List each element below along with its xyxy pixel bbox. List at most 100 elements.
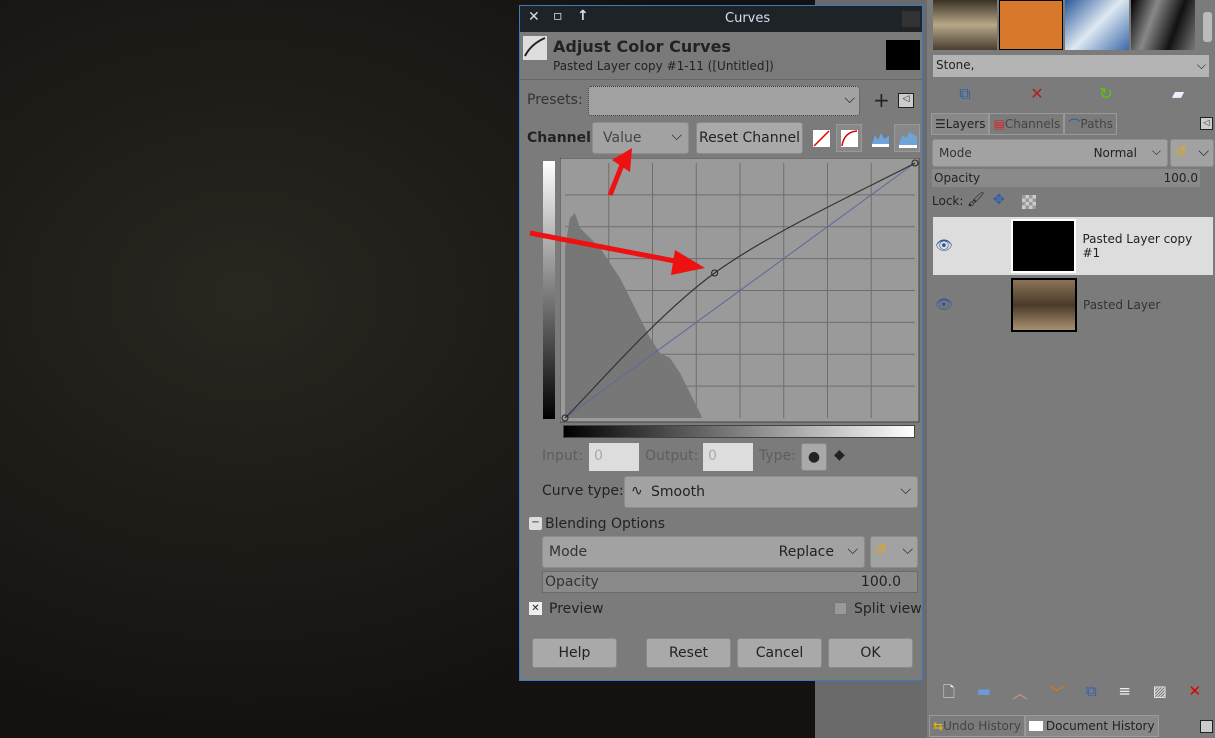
duplicate-icon[interactable]: ⧉ (951, 84, 979, 104)
right-dock: Stone, ⌵ ⧉ ✕ ↻ ▰ ☰ Layers ▤ Channels ⌒ Paths… (927, 0, 1215, 738)
collapse-icon[interactable]: − (529, 517, 542, 530)
lower-layer-icon[interactable]: ﹀ (1049, 682, 1064, 706)
channels-icon: ▤ (993, 117, 1005, 131)
input-label: Input: (542, 448, 583, 464)
split-view-checkbox[interactable] (834, 602, 847, 615)
tab-document-history[interactable]: Document History (1024, 715, 1159, 737)
pattern-thumb[interactable] (1131, 0, 1195, 50)
maximize-icon[interactable]: ▫ (553, 8, 563, 24)
app-icon (902, 11, 920, 27)
raise-layer-icon[interactable]: ︿ (1013, 682, 1028, 706)
mode-label: Mode (939, 146, 972, 160)
mode-value: Replace (778, 544, 834, 560)
opacity-slider[interactable]: Opacity 100.0 (542, 571, 918, 593)
tab-menu-icon[interactable]: ◁ (1200, 117, 1213, 130)
tab-channels[interactable]: ▤ Channels (989, 113, 1065, 135)
chevron-down-icon: ⌵ (844, 91, 855, 107)
composite-mode-combo[interactable]: ↺ ⌵ (870, 536, 918, 568)
refresh-icon[interactable]: ↻ (1092, 84, 1120, 103)
opacity-value: 100.0 (1163, 171, 1198, 185)
input-value: 0 (594, 448, 603, 464)
titlebar: ✕ ▫ ↑ Curves (520, 6, 922, 32)
channel-label: Channel: (527, 130, 597, 146)
tab-label: Paths (1080, 117, 1113, 131)
preview-checkbox[interactable]: ✕ (529, 602, 542, 615)
input-spinner[interactable]: 0 (589, 443, 639, 471)
scrollbar[interactable] (1203, 12, 1212, 42)
pattern-name-field[interactable]: Stone, ⌵ (933, 55, 1209, 77)
pattern-thumb[interactable] (1065, 0, 1129, 50)
lock-alpha-icon[interactable] (1022, 195, 1036, 209)
reset-button[interactable]: Reset (646, 638, 731, 668)
ok-label: OK (860, 645, 881, 661)
mask-icon[interactable]: ▨ (1153, 682, 1167, 706)
reset-channel-button[interactable]: Reset Channel (696, 122, 803, 154)
blending-options-label[interactable]: Blending Options (545, 516, 665, 532)
keep-above-icon[interactable]: ↑ (577, 8, 589, 24)
layer-composite-combo[interactable]: ↺ ⌵ (1170, 139, 1214, 167)
layer-opacity-slider[interactable]: Opacity 100.0 (932, 169, 1200, 187)
lock-label: Lock: (932, 194, 964, 208)
layers-icon: ☰ (935, 117, 946, 131)
tab-menu-icon[interactable] (1200, 720, 1213, 733)
chevron-down-icon: ⌵ (902, 542, 913, 558)
type-label: Type: (759, 448, 796, 464)
opacity-value: 100.0 (860, 574, 901, 590)
channel-value: Value (603, 130, 642, 146)
new-group-icon[interactable]: ▬ (977, 682, 991, 706)
layer-row[interactable]: 👁 Pasted Layer copy #1 (933, 217, 1213, 275)
output-spinner[interactable]: 0 (703, 443, 753, 471)
curve-type-combo[interactable]: ∿ Smooth ⌵ (624, 476, 918, 508)
histogram-icon[interactable] (872, 130, 889, 147)
ok-button[interactable]: OK (828, 638, 913, 668)
open-folder-icon[interactable]: ▰ (1164, 84, 1192, 103)
pattern-thumb[interactable] (999, 0, 1063, 50)
tab-paths[interactable]: ⌒ Paths (1064, 113, 1117, 135)
reset-icon: ↺ (875, 542, 887, 558)
output-label: Output: (645, 448, 699, 464)
split-view-label: Split view (854, 601, 922, 617)
visibility-eye-icon[interactable]: 👁 (935, 238, 963, 254)
anchor-layer-icon[interactable]: ≡ (1118, 682, 1131, 706)
curves-icon (523, 36, 547, 60)
cancel-button[interactable]: Cancel (737, 638, 822, 668)
add-preset-icon[interactable]: + (873, 88, 890, 112)
pattern-thumb[interactable] (933, 0, 997, 50)
close-icon[interactable]: ✕ (528, 9, 540, 25)
curves-graph[interactable] (560, 158, 920, 423)
dialog-heading: Adjust Color Curves (553, 37, 731, 56)
chevron-down-icon: ⌵ (1198, 144, 1209, 160)
linear-histogram-icon[interactable] (813, 130, 830, 147)
corner-point-icon[interactable]: ◆ (834, 447, 845, 463)
opacity-label: Opacity (545, 574, 599, 590)
duplicate-layer-icon[interactable]: ⧉ (1086, 682, 1097, 706)
lock-pixels-icon[interactable]: 🖌 (967, 192, 985, 208)
new-layer-icon[interactable]: 🗋 (943, 682, 955, 706)
pattern-name: Stone, (936, 58, 975, 72)
layer-row[interactable]: 👁 Pasted Layer (933, 276, 1213, 334)
smooth-point-button[interactable]: ● (801, 443, 827, 471)
preset-menu-icon[interactable]: ◁ (898, 93, 914, 108)
visibility-eye-icon[interactable]: 👁 (935, 297, 963, 313)
tab-layers[interactable]: ☰ Layers (931, 113, 990, 135)
delete-layer-icon[interactable]: ✕ (1189, 682, 1202, 706)
histogram-filled-icon[interactable] (894, 124, 920, 152)
blend-mode-combo[interactable]: Mode Replace ⌵ (542, 536, 865, 568)
reset-label: Reset (668, 645, 709, 661)
tab-undo-history[interactable]: ⇆ Undo History (929, 715, 1025, 737)
layer-thumbnail (1010, 219, 1077, 273)
presets-combo[interactable]: ⌵ (588, 86, 860, 116)
curves-dialog: ✕ ▫ ↑ Curves Adjust Color Curves Pasted … (519, 5, 923, 681)
help-button[interactable]: Help (532, 638, 617, 668)
document-icon (1028, 721, 1043, 731)
delete-icon[interactable]: ✕ (1023, 84, 1051, 103)
layer-name: Pasted Layer copy #1 (1082, 232, 1193, 260)
chevron-down-icon: ⌵ (671, 128, 682, 144)
log-histogram-icon[interactable] (836, 124, 862, 152)
layer-preview (886, 40, 920, 70)
lock-position-icon[interactable]: ✥ (993, 192, 1005, 208)
dialog-header: Adjust Color Curves Pasted Layer copy #1… (520, 32, 922, 80)
channel-combo[interactable]: Value ⌵ (592, 122, 689, 154)
layer-mode-combo[interactable]: Mode Normal ⌵ (932, 139, 1168, 167)
pattern-grid[interactable] (933, 0, 1203, 50)
